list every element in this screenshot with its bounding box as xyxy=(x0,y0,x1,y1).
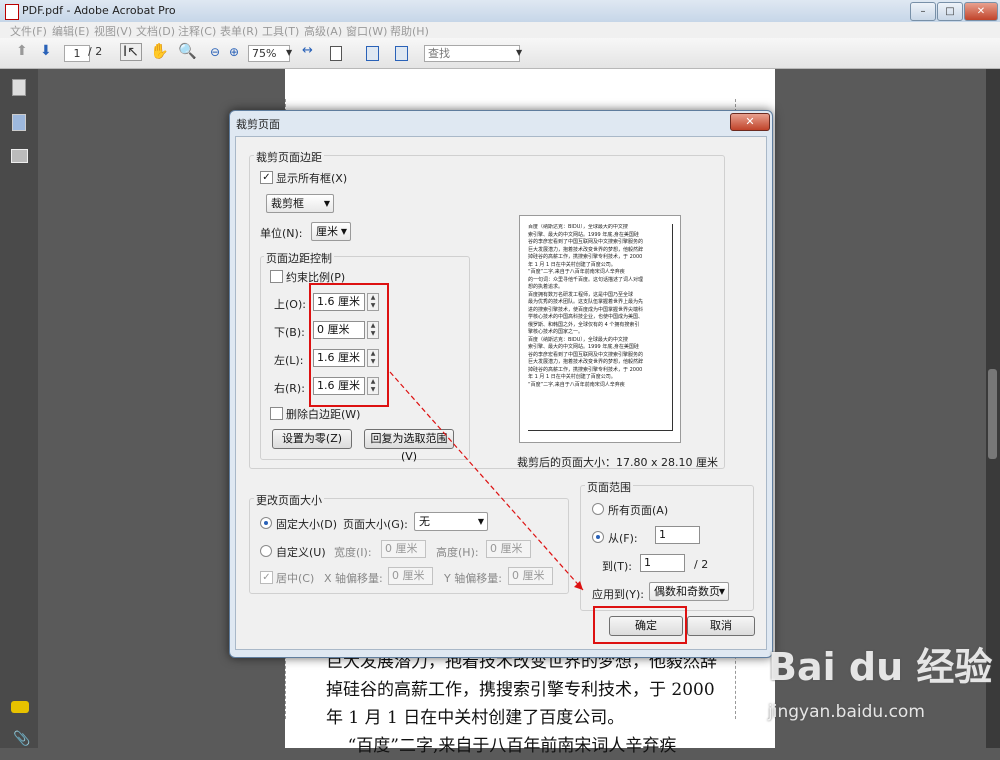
baidu-jingyan-watermark: Bai du 经验 jingyan.baidu.com xyxy=(768,636,998,746)
watermark-url: jingyan.baidu.com xyxy=(768,702,925,722)
watermark-brand: Bai du 经验 xyxy=(768,645,993,689)
